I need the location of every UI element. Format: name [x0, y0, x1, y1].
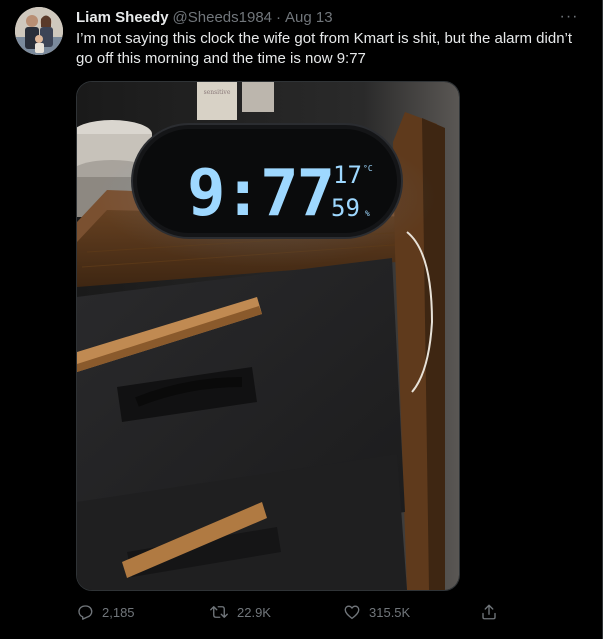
clock-humidity-unit: %: [365, 209, 370, 218]
like-button[interactable]: 315.5K: [343, 600, 410, 624]
avatar[interactable]: [15, 7, 63, 55]
reply-button[interactable]: 2,185: [76, 600, 135, 624]
clock-temperature: 17: [333, 161, 362, 189]
tweet-header: Liam Sheedy @Sheeds1984 · Aug 13 ···: [76, 7, 582, 27]
tweet-media-photo[interactable]: sensitive 9:77 17 °C 59 %: [76, 81, 460, 591]
share-button[interactable]: [480, 600, 498, 624]
clock-humidity: 59: [331, 194, 360, 222]
heart-icon: [344, 605, 360, 620]
tweet-date[interactable]: Aug 13: [285, 9, 333, 26]
reply-count: 2,185: [102, 604, 135, 620]
clock-temperature-unit: °C: [363, 164, 373, 173]
alarm-clock-photo: sensitive 9:77 17 °C 59 %: [77, 82, 459, 590]
share-icon: [482, 604, 496, 620]
clock-time-display: 9:77: [187, 157, 333, 231]
avatar-photo: [15, 7, 63, 55]
display-name[interactable]: Liam Sheedy: [76, 9, 169, 26]
user-handle[interactable]: @Sheeds1984: [173, 9, 272, 26]
tweet-text: I’m not saying this clock the wife got f…: [76, 30, 573, 67]
tweet[interactable]: Liam Sheedy @Sheeds1984 · Aug 13 ··· I’m…: [0, 0, 603, 639]
retweet-count: 22.9K: [237, 604, 271, 620]
separator-dot: ·: [276, 8, 282, 26]
tweet-actions: 2,185 22.9K 315.5K: [76, 600, 506, 624]
bottle-label: sensitive: [204, 89, 231, 96]
more-options-icon[interactable]: ···: [556, 7, 582, 27]
retweet-icon: [210, 606, 228, 618]
like-count: 315.5K: [369, 604, 411, 620]
reply-icon: [78, 605, 93, 620]
retweet-button[interactable]: 22.9K: [209, 600, 271, 624]
